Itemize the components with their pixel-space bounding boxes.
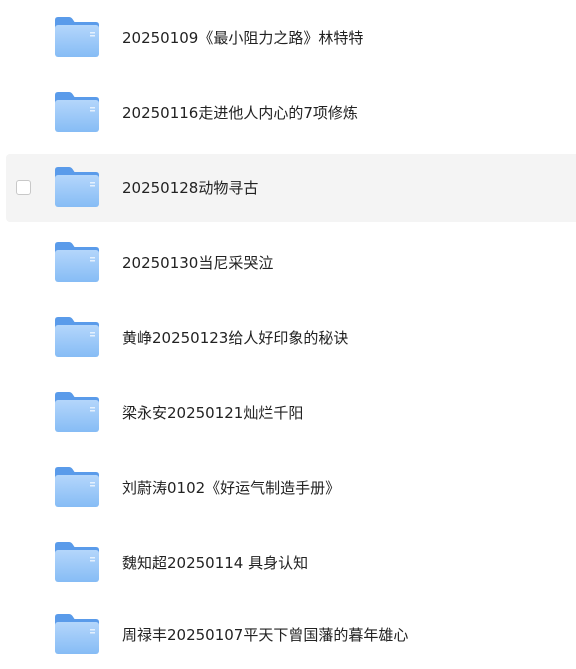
folder-icon	[55, 392, 99, 432]
folder-row[interactable]: 20250130当尼采哭泣	[6, 229, 576, 297]
folder-row[interactable]: 20250128动物寻古	[6, 154, 576, 222]
folder-icon	[55, 317, 99, 357]
row-checkbox[interactable]	[16, 180, 31, 195]
file-list: 20250109《最小阻力之路》林特特 20250116走进他人内心的7项修炼	[0, 0, 576, 669]
folder-row[interactable]: 梁永安20250121灿烂千阳	[6, 379, 576, 447]
folder-row[interactable]: 刘蔚涛0102《好运气制造手册》	[6, 454, 576, 522]
folder-name[interactable]: 黄峥20250123给人好印象的秘诀	[122, 304, 348, 372]
folder-icon	[55, 467, 99, 507]
folder-icon	[55, 167, 99, 207]
folder-name[interactable]: 20250116走进他人内心的7项修炼	[122, 79, 358, 147]
folder-row[interactable]: 魏知超20250114 具身认知	[6, 529, 576, 597]
folder-row[interactable]: 20250109《最小阻力之路》林特特	[6, 4, 576, 72]
folder-name[interactable]: 20250128动物寻古	[122, 154, 258, 222]
folder-name[interactable]: 20250130当尼采哭泣	[122, 229, 273, 297]
folder-row[interactable]: 周禄丰20250107平天下曾国藩的暮年雄心	[6, 601, 576, 669]
folder-row[interactable]: 黄峥20250123给人好印象的秘诀	[6, 304, 576, 372]
folder-name[interactable]: 魏知超20250114 具身认知	[122, 529, 308, 597]
folder-name[interactable]: 20250109《最小阻力之路》林特特	[122, 4, 363, 72]
folder-icon	[55, 17, 99, 57]
folder-name[interactable]: 周禄丰20250107平天下曾国藩的暮年雄心	[122, 601, 408, 669]
folder-name[interactable]: 刘蔚涛0102《好运气制造手册》	[122, 454, 340, 522]
folder-row[interactable]: 20250116走进他人内心的7项修炼	[6, 79, 576, 147]
folder-icon	[55, 542, 99, 582]
folder-icon	[55, 242, 99, 282]
folder-icon	[55, 92, 99, 132]
folder-icon	[55, 614, 99, 654]
folder-name[interactable]: 梁永安20250121灿烂千阳	[122, 379, 303, 447]
